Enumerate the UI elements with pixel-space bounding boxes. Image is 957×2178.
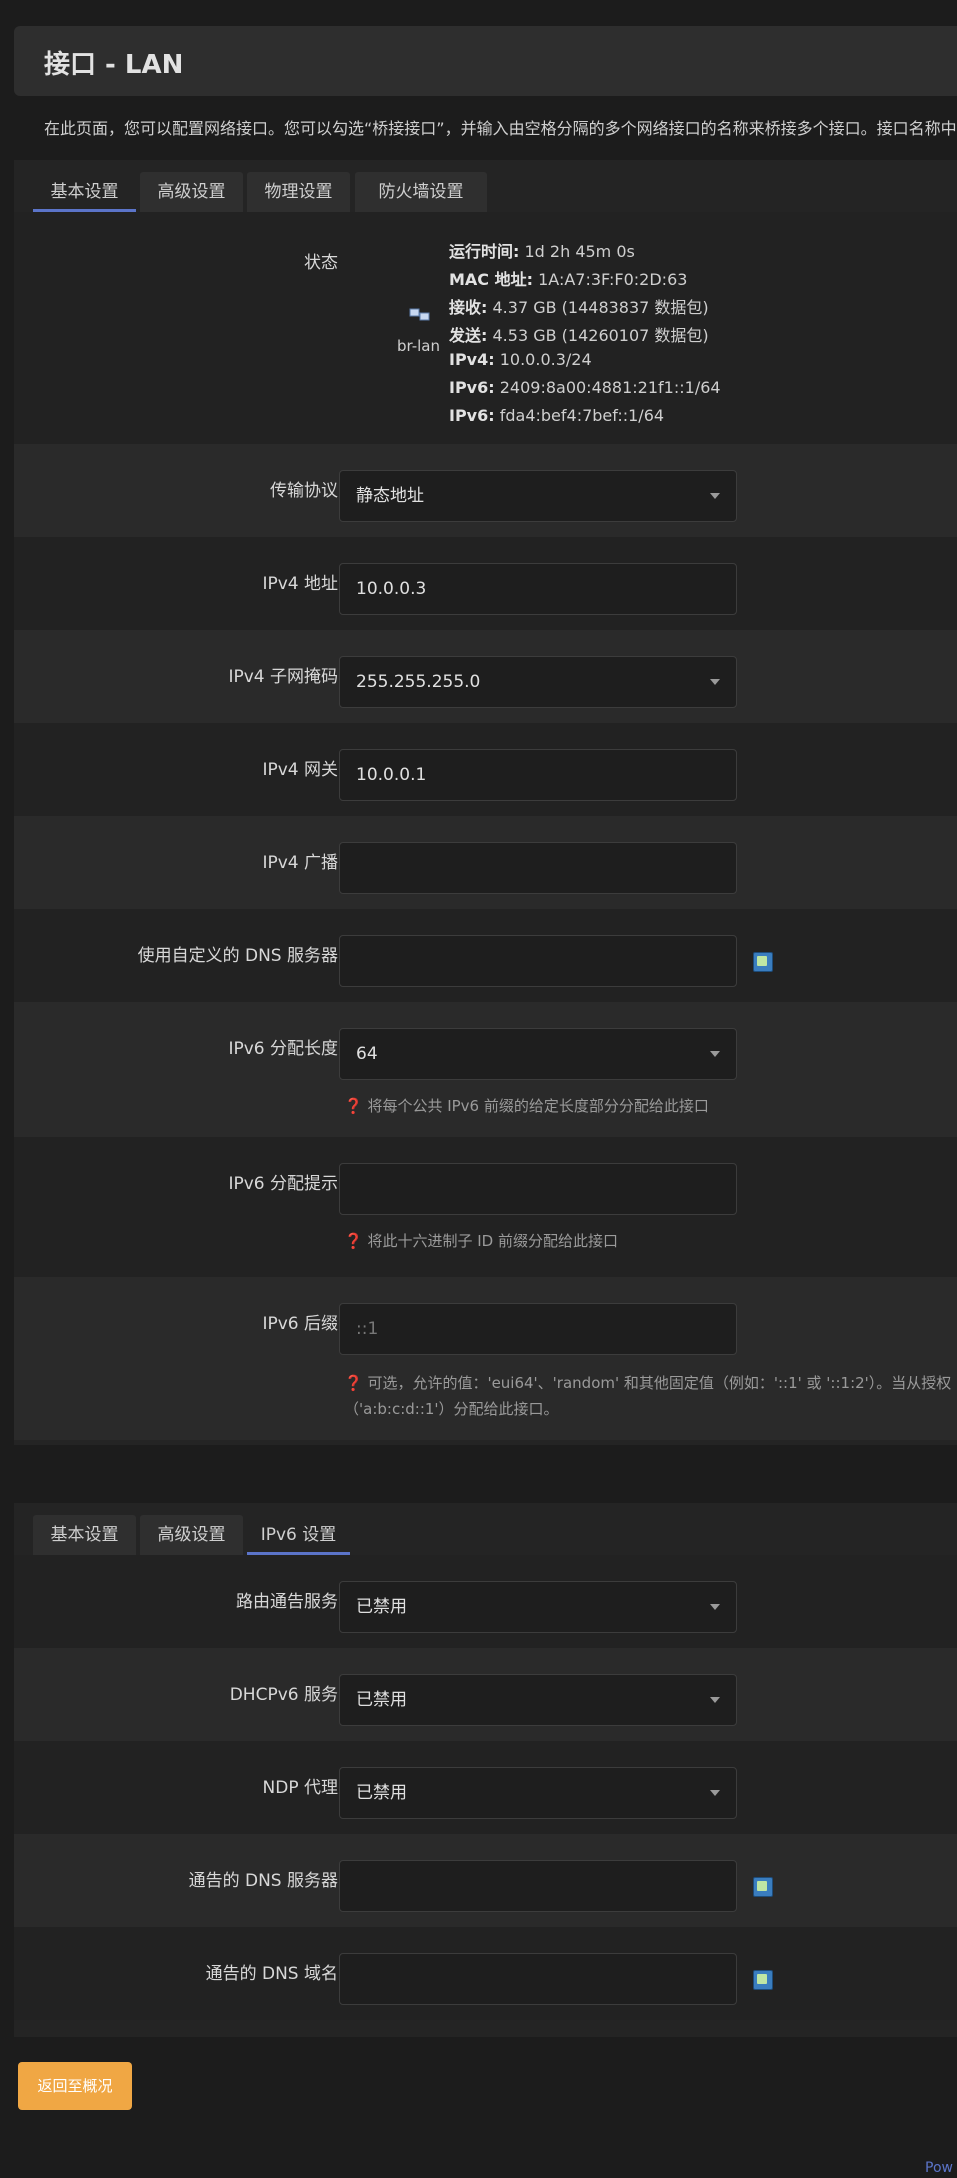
network-device-icon (409, 307, 431, 323)
ndp-proxy-row: NDP 代理 已禁用 (14, 1741, 957, 1834)
chevron-down-icon (710, 1790, 720, 1796)
ipv6-suffix-hint-line1: ❓ 可选，允许的值：'eui64'、'random' 和其他固定值（例如：'::… (344, 1374, 952, 1392)
dhcpv6-service-row: DHCPv6 服务 已禁用 (14, 1648, 957, 1741)
back-to-overview-button[interactable]: 返回至概况 (18, 2062, 132, 2110)
adv-domain-row: 通告的 DNS 域名 (14, 1927, 957, 2020)
adv-domain-label: 通告的 DNS 域名 (205, 1964, 338, 1984)
ipv4-gateway-input[interactable]: 10.0.0.1 (339, 749, 737, 801)
tab-advanced[interactable]: 高级设置 (140, 172, 243, 212)
add-icon[interactable] (753, 1877, 773, 1897)
chevron-down-icon (710, 679, 720, 685)
ipv6-assign-select[interactable]: 64 (339, 1028, 737, 1080)
dhcp-tabs: 基本设置 高级设置 IPv6 设置 (14, 1515, 957, 1555)
custom-dns-input[interactable] (339, 935, 737, 987)
main-tabs: 基本设置 高级设置 物理设置 防火墙设置 (14, 172, 957, 212)
chevron-down-icon (710, 493, 720, 499)
tab-ipv6-settings[interactable]: IPv6 设置 (247, 1515, 350, 1555)
ipv4-address-label: IPv4 地址 (262, 574, 338, 594)
ipv6-hint-help: ❓ 将此十六进制子 ID 前缀分配给此接口 (344, 1232, 618, 1250)
ipv6-assign-label: IPv6 分配长度 (228, 1039, 338, 1059)
adv-dns-label: 通告的 DNS 服务器 (188, 1871, 338, 1891)
ipv6-hint-row: IPv6 分配提示 ❓ 将此十六进制子 ID 前缀分配给此接口 (14, 1137, 957, 1277)
chevron-down-icon (710, 1697, 720, 1703)
ipv6-hint-label: IPv6 分配提示 (228, 1174, 338, 1194)
adv-domain-input[interactable] (339, 1953, 737, 2005)
dhcp-settings-section: 基本设置 高级设置 IPv6 设置 路由通告服务 已禁用 DHCPv6 服务 已… (14, 1503, 957, 2037)
status-ipv6-global: IPv6: 2409:8a00:4881:21f1::1/64 (449, 378, 721, 397)
chevron-down-icon (710, 1051, 720, 1057)
ndp-proxy-label: NDP 代理 (262, 1778, 338, 1798)
status-tx: 发送: 4.53 GB (14260107 数据包) (449, 326, 709, 345)
status-label: 状态 (304, 253, 338, 273)
ndp-proxy-select[interactable]: 已禁用 (339, 1767, 737, 1819)
ipv4-netmask-select[interactable]: 255.255.255.0 (339, 656, 737, 708)
ra-service-select[interactable]: 已禁用 (339, 1581, 737, 1633)
ipv4-broadcast-row: IPv4 广播 (14, 816, 957, 909)
status-uptime: 运行时间: 1d 2h 45m 0s (449, 242, 635, 261)
dhcpv6-service-select[interactable]: 已禁用 (339, 1674, 737, 1726)
adv-dns-input[interactable] (339, 1860, 737, 1912)
ipv6-assign-row: IPv6 分配长度 64 ❓ 将每个公共 IPv6 前缀的给定长度部分分配给此接… (14, 1002, 957, 1137)
ipv6-suffix-label: IPv6 后缀 (262, 1314, 338, 1334)
ipv6-assign-hint: ❓ 将每个公共 IPv6 前缀的给定长度部分分配给此接口 (344, 1097, 709, 1115)
ipv4-netmask-label: IPv4 子网掩码 (228, 667, 338, 687)
ipv6-suffix-row: IPv6 后缀 ::1 ❓ 可选，允许的值：'eui64'、'random' 和… (14, 1277, 957, 1440)
custom-dns-label: 使用自定义的 DNS 服务器 (137, 946, 338, 966)
adv-dns-row: 通告的 DNS 服务器 (14, 1834, 957, 1927)
status-ipv6-ula: IPv6: fda4:bef4:7bef::1/64 (449, 406, 665, 425)
footer-powered-by-link[interactable]: Pow (925, 2160, 953, 2176)
ra-service-row: 路由通告服务 已禁用 (14, 1555, 957, 1648)
ipv4-broadcast-input[interactable] (339, 842, 737, 894)
ipv6-suffix-hint-line2: （'a:b:c:d::1'）分配给此接口。 (344, 1400, 559, 1418)
ipv4-gateway-row: IPv4 网关 10.0.0.1 (14, 723, 957, 816)
ipv4-address-input[interactable]: 10.0.0.3 (339, 563, 737, 615)
protocol-row: 传输协议 静态地址 (14, 444, 957, 537)
status-ipv4: IPv4: 10.0.0.3/24 (449, 350, 592, 369)
ipv4-address-row: IPv4 地址 10.0.0.3 (14, 537, 957, 630)
tab-physical[interactable]: 物理设置 (247, 172, 350, 212)
chevron-down-icon (710, 1604, 720, 1610)
ipv4-gateway-label: IPv4 网关 (262, 760, 338, 780)
protocol-label: 传输协议 (270, 481, 338, 501)
add-icon[interactable] (753, 952, 773, 972)
ra-service-label: 路由通告服务 (236, 1592, 338, 1612)
page-description: 在此页面，您可以配置网络接口。您可以勾选“桥接接口”，并输入由空格分隔的多个网络… (44, 119, 957, 138)
status-mac: MAC 地址: 1A:A7:3F:F0:2D:63 (449, 270, 688, 289)
ipv6-suffix-input[interactable]: ::1 (339, 1303, 737, 1355)
ipv4-broadcast-label: IPv4 广播 (262, 853, 338, 873)
interface-settings-section: 基本设置 高级设置 物理设置 防火墙设置 状态 br-lan 运行时间: 1d … (14, 160, 957, 1445)
device-name: br-lan (397, 337, 441, 355)
protocol-select[interactable]: 静态地址 (339, 470, 737, 522)
status-rx: 接收: 4.37 GB (14483837 数据包) (449, 298, 709, 317)
tab-dhcp-advanced[interactable]: 高级设置 (140, 1515, 243, 1555)
tab-dhcp-basic[interactable]: 基本设置 (33, 1515, 136, 1555)
ipv6-hint-input[interactable] (339, 1163, 737, 1215)
tab-basic[interactable]: 基本设置 (33, 172, 136, 212)
tab-firewall[interactable]: 防火墙设置 (355, 172, 487, 212)
custom-dns-row: 使用自定义的 DNS 服务器 (14, 909, 957, 1002)
dhcpv6-service-label: DHCPv6 服务 (229, 1685, 338, 1705)
ipv4-netmask-row: IPv4 子网掩码 255.255.255.0 (14, 630, 957, 723)
page-title: 接口 - LAN (44, 50, 184, 80)
status-row: 状态 br-lan 运行时间: 1d 2h 45m 0s MAC 地址: 1A:… (14, 212, 957, 444)
add-icon[interactable] (753, 1970, 773, 1990)
